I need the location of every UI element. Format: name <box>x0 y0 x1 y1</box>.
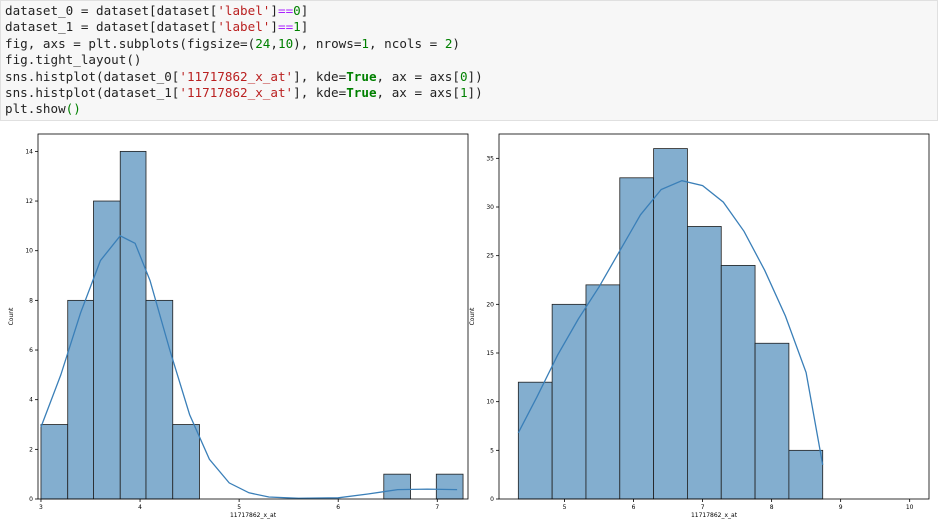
chart-label-1: 5 6 7 8 9 10 0 5 10 15 20 25 30 35 11717862_x_at Count <box>469 133 930 519</box>
x-tick-label: 6 <box>632 504 636 511</box>
x-tick-label: 6 <box>336 504 340 511</box>
histogram-bar <box>67 299 94 500</box>
histogram-bar <box>40 424 69 500</box>
histogram-bar <box>383 473 411 500</box>
code-token: ]) <box>467 84 483 100</box>
code-cell[interactable]: dataset_0 = dataset[dataset['label']==0]… <box>0 0 938 121</box>
x-tick-label: 4 <box>138 504 142 511</box>
y-tick-label: 25 <box>486 253 494 260</box>
y-tick-label: 14 <box>25 148 33 155</box>
code-token: ), nrows= <box>293 35 362 51</box>
y-tick-label: 0 <box>490 496 494 503</box>
histogram-figure: 3 4 5 6 7 0 2 4 6 8 10 12 14 11717862_x_at Count 5 6 7 8 9 1… <box>8 133 930 519</box>
x-tick-label: 7 <box>701 504 705 511</box>
histogram-bar <box>145 299 174 500</box>
code-token: True <box>346 84 377 100</box>
code-token: ] <box>270 3 278 18</box>
code-token: dataset_1 = dataset[dataset[ <box>5 19 218 35</box>
code-token: , <box>270 35 278 51</box>
code-token: 1 <box>361 35 369 51</box>
code-token: ] <box>300 19 309 35</box>
code-token: '11717862_x_at' <box>179 84 294 100</box>
code-token: , ax = axs[ <box>376 84 460 100</box>
code-token: , ax = axs[ <box>376 68 460 84</box>
code-token: 24 <box>255 35 271 51</box>
output-area: 3 4 5 6 7 0 2 4 6 8 10 12 14 11717862_x_at Count 5 6 7 8 9 1… <box>0 125 940 521</box>
y-tick-label: 6 <box>29 347 33 354</box>
y-tick-label: 30 <box>486 204 494 211</box>
histogram-bar <box>435 473 464 500</box>
y-tick-label: 15 <box>486 350 494 357</box>
code-token: sns.histplot(dataset_0[ <box>5 68 180 84</box>
y-tick-label: 20 <box>486 301 494 308</box>
code-line: plt.show() <box>5 101 483 117</box>
code-token: ]) <box>467 68 483 84</box>
code-token: fig.tight_layout() <box>5 52 142 68</box>
code-token: plt.show <box>5 101 66 117</box>
code-token: sns.histplot(dataset_1[ <box>5 84 180 100</box>
code-token: 10 <box>277 35 294 51</box>
code-token: 1 <box>293 19 301 35</box>
histogram-bar <box>720 264 756 500</box>
code-token: ) <box>452 35 461 51</box>
code-editor[interactable]: dataset_0 = dataset[dataset['label']==0]… <box>5 3 483 118</box>
histogram-bar <box>585 284 621 500</box>
code-token: 1 <box>459 84 468 100</box>
x-tick-label: 8 <box>770 504 774 511</box>
y-tick-label: 10 <box>486 399 494 406</box>
code-token: '11717862_x_at' <box>179 68 294 84</box>
code-line: dataset_1 = dataset[dataset['label']==1] <box>5 19 483 35</box>
x-tick-label: 10 <box>906 504 914 511</box>
code-token: ] <box>270 19 278 35</box>
y-axis-label: Count <box>8 307 15 325</box>
x-tick-label: 5 <box>563 504 567 511</box>
code-line: dataset_0 = dataset[dataset['label']==0] <box>5 3 483 19</box>
y-tick-label: 4 <box>29 397 33 404</box>
code-token: ], kde= <box>293 84 347 100</box>
y-tick-label: 5 <box>490 447 494 454</box>
code-token: True <box>346 68 377 84</box>
x-axis-label: 11717862_x_at <box>230 512 277 519</box>
code-token: 'label' <box>217 3 271 18</box>
histogram-bar <box>754 342 790 500</box>
y-tick-label: 8 <box>29 297 33 304</box>
x-tick-label: 5 <box>237 504 241 511</box>
x-tick-label: 3 <box>39 504 43 511</box>
x-tick-label: 7 <box>435 504 439 511</box>
code-token: () <box>65 101 81 117</box>
y-tick-label: 2 <box>29 446 33 453</box>
x-axis-label: 11717862_x_at <box>691 512 738 519</box>
y-tick-label: 10 <box>25 248 33 255</box>
code-token: dataset_0 = dataset[dataset[ <box>5 3 218 18</box>
code-token: , ncols = <box>369 35 445 51</box>
x-tick-label: 9 <box>839 504 843 511</box>
code-token: ], kde= <box>293 68 347 84</box>
histogram-bar <box>93 200 121 500</box>
chart-label-0: 3 4 5 6 7 0 2 4 6 8 10 12 14 11717862_x_at Count <box>8 133 469 519</box>
histogram-bar <box>788 449 824 500</box>
y-tick-label: 12 <box>25 198 33 205</box>
code-token: ] <box>300 3 309 18</box>
code-token: == <box>277 3 294 18</box>
code-token: == <box>277 19 294 35</box>
histogram-bar <box>687 226 722 500</box>
code-token: 0 <box>459 68 468 84</box>
code-line: fig.tight_layout() <box>5 52 483 68</box>
histogram-bar <box>551 303 587 500</box>
code-token: 'label' <box>217 19 271 35</box>
code-token: 0 <box>293 3 301 18</box>
histogram-bar <box>619 177 655 500</box>
y-tick-label: 35 <box>486 155 494 162</box>
code-line: sns.histplot(dataset_0['11717862_x_at'],… <box>5 69 483 85</box>
code-token: fig, axs = plt.subplots(figsize=( <box>5 35 256 51</box>
code-line: sns.histplot(dataset_1['11717862_x_at'],… <box>5 85 483 101</box>
histogram-bar <box>119 150 147 500</box>
histogram-bar <box>653 148 688 500</box>
histogram-bar <box>172 424 200 500</box>
code-line: fig, axs = plt.subplots(figsize=(24,10),… <box>5 36 483 52</box>
y-axis-label: Count <box>469 307 476 325</box>
y-tick-label: 0 <box>29 496 33 503</box>
